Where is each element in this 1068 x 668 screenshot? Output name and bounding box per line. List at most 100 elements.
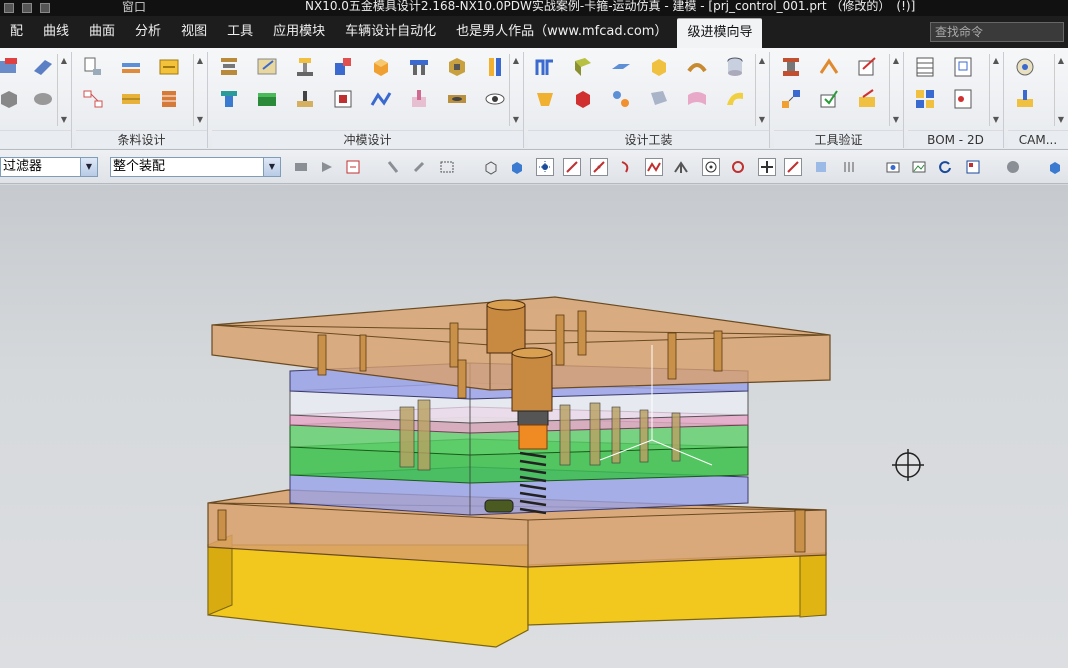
lifter-icon[interactable] bbox=[406, 86, 432, 112]
group-scroll[interactable]: ▲ ▼ bbox=[989, 54, 1002, 126]
flange-icon[interactable] bbox=[570, 54, 596, 80]
spring-plate-icon[interactable] bbox=[444, 86, 470, 112]
quadrant-icon[interactable] bbox=[729, 158, 747, 176]
edge-select-icon[interactable] bbox=[410, 158, 428, 176]
unfold-icon[interactable] bbox=[646, 86, 672, 112]
scrap-design-icon[interactable] bbox=[156, 86, 182, 112]
menu-item-view[interactable]: 视图 bbox=[171, 16, 217, 48]
process-layout-icon[interactable] bbox=[80, 86, 106, 112]
relief-icon[interactable] bbox=[292, 86, 318, 112]
hopper-icon[interactable] bbox=[532, 86, 558, 112]
control-point-icon[interactable] bbox=[645, 158, 663, 176]
pocket-icon[interactable] bbox=[330, 86, 356, 112]
bend-icon[interactable] bbox=[532, 54, 558, 80]
menu-item-mfcad[interactable]: 也是男人作品（www.mfcad.com） bbox=[446, 16, 677, 48]
block-icon[interactable] bbox=[368, 54, 394, 80]
render-style-icon[interactable] bbox=[1004, 158, 1022, 176]
menu-item-vehicle-design[interactable]: 车辆设计自动化 bbox=[335, 16, 446, 48]
strip-layout-icon[interactable] bbox=[118, 86, 144, 112]
redo-icon[interactable] bbox=[40, 3, 50, 13]
cam-setup-icon[interactable] bbox=[1012, 54, 1038, 80]
general-select-icon[interactable] bbox=[318, 158, 336, 176]
group-scroll[interactable]: ▲ ▼ bbox=[193, 54, 206, 126]
menu-item-surface[interactable]: 曲面 bbox=[79, 16, 125, 48]
blank-layout-icon[interactable] bbox=[80, 54, 106, 80]
menu-item-tools[interactable]: 工具 bbox=[217, 16, 263, 48]
intersection-icon[interactable] bbox=[672, 158, 690, 176]
endpoint-icon[interactable] bbox=[563, 158, 581, 176]
hole-table-icon[interactable] bbox=[950, 86, 976, 112]
nesting-icon[interactable] bbox=[156, 54, 182, 80]
bom-link-icon[interactable] bbox=[778, 86, 804, 112]
image-capture-icon[interactable] bbox=[910, 158, 928, 176]
feature-select-icon[interactable] bbox=[384, 158, 402, 176]
camera-icon[interactable] bbox=[884, 158, 902, 176]
curve-snap-icon[interactable] bbox=[617, 158, 635, 176]
point-on-curve-icon[interactable] bbox=[784, 158, 802, 176]
group-scroll[interactable]: ▲ ▼ bbox=[1054, 54, 1067, 126]
group-scroll[interactable]: ▲ ▼ bbox=[889, 54, 902, 126]
cam-operation-icon[interactable] bbox=[1012, 86, 1038, 112]
menu-item-application[interactable]: 应用模块 bbox=[263, 16, 335, 48]
wireframe-icon[interactable] bbox=[482, 158, 500, 176]
snap-point-icon[interactable] bbox=[536, 158, 554, 176]
view-eye-icon[interactable] bbox=[482, 86, 508, 112]
menu-item-progressive-die-wizard[interactable]: 级进模向导 bbox=[677, 18, 763, 48]
stamp-simulation-icon[interactable] bbox=[778, 54, 804, 80]
curl-icon[interactable] bbox=[722, 86, 748, 112]
guide-pin-icon[interactable] bbox=[482, 54, 508, 80]
group-scroll[interactable]: ▲ ▼ bbox=[755, 54, 768, 126]
filter-icon[interactable] bbox=[292, 158, 310, 176]
tool-icon[interactable] bbox=[0, 54, 22, 80]
layout-icon[interactable] bbox=[964, 158, 982, 176]
verify-icon[interactable] bbox=[816, 86, 842, 112]
orient-cube-icon[interactable] bbox=[1046, 158, 1064, 176]
selection-scope-select[interactable]: 整个装配 ▼ bbox=[110, 157, 281, 177]
drawing-icon[interactable] bbox=[950, 54, 976, 80]
midpoint-icon[interactable] bbox=[590, 158, 608, 176]
arc-center-icon[interactable] bbox=[702, 158, 720, 176]
graphics-viewport[interactable] bbox=[0, 185, 1068, 668]
red-block-icon[interactable] bbox=[570, 86, 596, 112]
box-select-icon[interactable] bbox=[438, 158, 456, 176]
undo-icon[interactable] bbox=[22, 3, 32, 13]
surface-sheet-icon[interactable] bbox=[684, 86, 710, 112]
group-scroll[interactable]: ▲ ▼ bbox=[509, 54, 522, 126]
motion-check-icon[interactable] bbox=[854, 54, 880, 80]
save-icon[interactable] bbox=[4, 3, 14, 13]
existing-point-icon[interactable] bbox=[758, 158, 776, 176]
feature-link-icon[interactable] bbox=[608, 86, 634, 112]
standard-part-icon[interactable] bbox=[406, 54, 432, 80]
insert-group-icon[interactable] bbox=[330, 54, 356, 80]
stripper-icon[interactable] bbox=[216, 86, 242, 112]
swirl-icon[interactable] bbox=[30, 86, 56, 112]
menu-item-assembly[interactable]: 配 bbox=[0, 16, 33, 48]
menu-item-analysis[interactable]: 分析 bbox=[125, 16, 171, 48]
cavity-icon[interactable] bbox=[444, 54, 470, 80]
menu-item-curve[interactable]: 曲线 bbox=[33, 16, 79, 48]
wire-edm-icon[interactable] bbox=[368, 86, 394, 112]
formed-part-icon[interactable] bbox=[684, 54, 710, 80]
strip-define-icon[interactable] bbox=[118, 54, 144, 80]
select-all-icon[interactable] bbox=[344, 158, 362, 176]
gear-block-icon[interactable] bbox=[0, 86, 22, 112]
grid-view-icon[interactable] bbox=[912, 86, 938, 112]
interference-check-icon[interactable] bbox=[816, 54, 842, 80]
refresh-icon[interactable] bbox=[936, 158, 954, 176]
form-icon[interactable] bbox=[608, 54, 634, 80]
chevron-down-icon[interactable]: ▼ bbox=[80, 158, 97, 176]
die-assembly-model[interactable] bbox=[0, 185, 1068, 668]
punch-icon[interactable] bbox=[292, 54, 318, 80]
bounded-grid-icon[interactable] bbox=[840, 158, 858, 176]
bom-table-icon[interactable] bbox=[912, 54, 938, 80]
edit-part-icon[interactable] bbox=[254, 54, 280, 80]
type-filter-select[interactable]: 过滤器 ▼ bbox=[0, 157, 98, 177]
group-scroll[interactable]: ▲ ▼ bbox=[57, 54, 70, 126]
window-menu[interactable]: 窗口 bbox=[122, 0, 146, 16]
cylinder-icon[interactable] bbox=[722, 54, 748, 80]
die-base-icon[interactable] bbox=[216, 54, 242, 80]
plate-icon[interactable] bbox=[254, 86, 280, 112]
point-on-face-icon[interactable] bbox=[812, 158, 830, 176]
report-icon[interactable] bbox=[854, 86, 880, 112]
chevron-down-icon[interactable]: ▼ bbox=[263, 158, 280, 176]
